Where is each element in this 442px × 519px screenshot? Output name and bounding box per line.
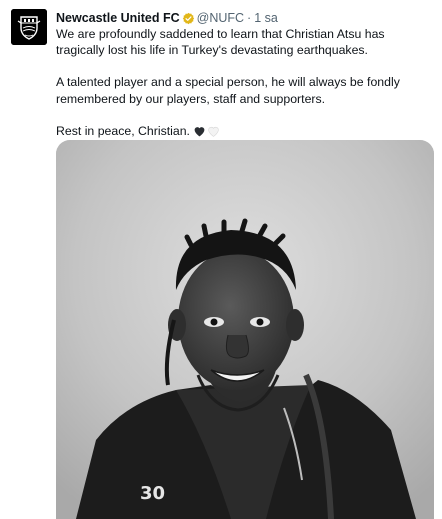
tweet-header: Newcastle United FC @NUFC · 1 sa (56, 10, 278, 26)
separator-dot: · (247, 11, 252, 25)
tweet[interactable]: Newcastle United FC @NUFC · 1 sa We are … (0, 0, 442, 519)
player-portrait-image: 30 (56, 140, 434, 519)
avatar[interactable] (11, 9, 47, 45)
heart-emojis (193, 125, 220, 137)
author-name[interactable]: Newcastle United FC (56, 11, 180, 25)
tweet-text: We are profoundly saddened to learn that… (56, 26, 432, 139)
shirt-number: 30 (140, 483, 165, 504)
white-heart-icon (208, 126, 219, 137)
tweet-photo[interactable]: 30 (56, 140, 434, 519)
tweet-paragraph-3: Rest in peace, Christian. (56, 123, 432, 139)
tweet-paragraph-3-text: Rest in peace, Christian. (56, 123, 190, 138)
black-heart-icon (194, 127, 205, 137)
verified-badge-icon[interactable] (182, 12, 195, 25)
timestamp[interactable]: 1 sa (254, 11, 278, 25)
tweet-paragraph-1: We are profoundly saddened to learn that… (56, 27, 385, 58)
author-handle[interactable]: @NUFC (197, 11, 244, 25)
tweet-paragraph-2: A talented player and a special person, … (56, 75, 400, 106)
newcastle-crest-icon (11, 9, 47, 45)
